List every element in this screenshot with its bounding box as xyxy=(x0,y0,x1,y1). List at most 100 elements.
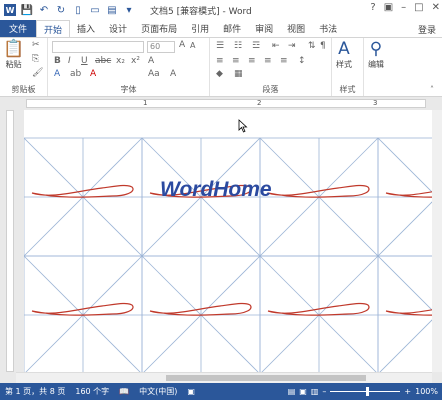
tab-design[interactable]: 设计 xyxy=(102,20,134,37)
proofing-icon[interactable]: 📖 xyxy=(119,387,129,396)
web-layout-icon[interactable]: ▥ xyxy=(311,387,319,396)
tab-mailings[interactable]: 邮件 xyxy=(216,20,248,37)
window-controls: ? ▣ – □ ✕ xyxy=(370,2,440,13)
paste-button[interactable]: 📋 粘贴 xyxy=(3,40,24,70)
decrease-indent-icon[interactable]: ⇤ xyxy=(272,41,280,51)
bullets-icon[interactable]: ☰ xyxy=(216,41,224,51)
borders-icon[interactable]: ▦ xyxy=(234,69,243,79)
tab-page-layout[interactable]: 页面布局 xyxy=(134,20,184,37)
distributed-icon[interactable]: ≡ xyxy=(280,56,288,66)
zoom-slider-knob[interactable] xyxy=(366,387,370,396)
clipboard-group: 📋 粘贴 ✂ ⎘ 🖌 剪贴板 xyxy=(0,38,48,96)
grow-font-icon[interactable]: A xyxy=(179,40,185,50)
sort-icon[interactable]: ⇅ xyxy=(308,41,316,51)
undo-icon[interactable]: ↶ xyxy=(38,4,50,16)
horizontal-scroll-thumb[interactable] xyxy=(166,375,366,381)
vertical-ruler[interactable] xyxy=(6,110,14,372)
format-painter-icon[interactable]: 🖌 xyxy=(32,68,43,78)
maximize-icon[interactable]: □ xyxy=(414,2,423,13)
print-layout-icon[interactable]: ▣ xyxy=(299,387,307,396)
cut-icon[interactable]: ✂ xyxy=(32,40,40,50)
align-right-icon[interactable]: ≡ xyxy=(248,56,256,66)
macro-record-icon[interactable]: ▣ xyxy=(187,387,195,396)
align-left-icon[interactable]: ≡ xyxy=(216,56,224,66)
tab-insert[interactable]: 插入 xyxy=(70,20,102,37)
document-area[interactable]: WordHome xyxy=(16,110,432,372)
minimize-icon[interactable]: – xyxy=(401,2,406,13)
zoom-out-icon[interactable]: – xyxy=(322,387,326,396)
superscript-icon[interactable]: x² xyxy=(131,56,140,66)
save-icon[interactable]: 💾 xyxy=(21,4,33,16)
paragraph-label: 段落 xyxy=(262,85,279,94)
calligraphy-grid: WordHome xyxy=(24,137,432,372)
zoom-in-icon[interactable]: + xyxy=(404,387,411,396)
title-bar: W 💾 ↶ ↻ ▯ ▭ ▤ ▾ 文档5 [兼容模式] - Word ? ▣ – … xyxy=(0,0,442,20)
quick-access-toolbar: W 💾 ↶ ↻ ▯ ▭ ▤ ▾ xyxy=(0,4,135,16)
shrink-font-icon[interactable]: A xyxy=(190,41,195,50)
underline-icon[interactable]: U xyxy=(81,56,88,66)
binoculars-icon: ⚲ xyxy=(369,39,383,59)
bold-icon[interactable]: B xyxy=(54,56,61,66)
tab-file[interactable]: 文件 xyxy=(0,20,37,37)
increase-indent-icon[interactable]: ⇥ xyxy=(288,41,296,51)
language[interactable]: 中文(中国) xyxy=(139,386,177,397)
tab-home[interactable]: 开始 xyxy=(36,20,71,37)
redo-icon[interactable]: ↻ xyxy=(55,4,67,16)
brush-stroke xyxy=(385,309,432,316)
tab-review[interactable]: 审阅 xyxy=(248,20,280,37)
window-title: 文档5 [兼容模式] - Word xyxy=(150,7,252,17)
paste-icon: 📋 xyxy=(3,39,25,59)
shading-icon[interactable]: ◆ xyxy=(216,69,223,79)
char-shading-icon[interactable]: A xyxy=(170,69,176,79)
word-logo-icon: W xyxy=(4,4,16,16)
document-page[interactable]: WordHome xyxy=(24,110,432,372)
text-effects-icon[interactable]: A xyxy=(54,69,60,79)
read-mode-icon[interactable]: ▤ xyxy=(288,387,296,396)
close-icon[interactable]: ✕ xyxy=(432,2,440,13)
tab-references[interactable]: 引用 xyxy=(184,20,216,37)
edit-button[interactable]: ⚲ 编辑 xyxy=(368,40,384,70)
clear-format-icon[interactable]: A xyxy=(148,56,154,66)
strikethrough-icon[interactable]: abc xyxy=(95,56,111,66)
italic-icon[interactable]: I xyxy=(68,56,71,66)
styles-label: 样式 xyxy=(339,85,356,94)
qat-more-icon[interactable]: ▾ xyxy=(123,4,135,16)
zoom-controls: ▤ ▣ ▥ – + 100% xyxy=(288,383,438,400)
font-name-combo[interactable] xyxy=(52,41,144,53)
paragraph-group: ☰ ☷ ☲ ⇤ ⇥ ≡ ≡ ≡ ≡ ≡ ↕ ◆ ▦ ⇅ ¶ 段落 xyxy=(210,38,332,96)
zoom-slider[interactable] xyxy=(330,387,401,396)
tab-calligraphy[interactable]: 书法 xyxy=(312,20,344,37)
print-preview-icon[interactable]: ▤ xyxy=(106,4,118,16)
zoom-level[interactable]: 100% xyxy=(415,387,438,396)
change-case-icon[interactable]: Aa xyxy=(148,69,160,79)
highlight-icon[interactable]: ab xyxy=(70,69,81,79)
vertical-scrollbar[interactable] xyxy=(432,110,442,372)
font-size-combo[interactable]: 60 xyxy=(147,41,175,53)
ribbon-display-icon[interactable]: ▣ xyxy=(384,2,393,13)
login-link[interactable]: 登录 xyxy=(418,23,436,36)
open-folder-icon[interactable]: ▭ xyxy=(89,4,101,16)
brush-stroke xyxy=(267,302,370,316)
subscript-icon[interactable]: x₂ xyxy=(116,56,125,66)
wordhome-watermark: WordHome xyxy=(160,178,272,201)
styles-button[interactable]: A 样式 xyxy=(336,40,352,70)
line-spacing-icon[interactable]: ↕ xyxy=(298,56,306,66)
horizontal-scrollbar[interactable] xyxy=(16,372,432,383)
justify-icon[interactable]: ≡ xyxy=(264,56,272,66)
font-color-icon[interactable]: A xyxy=(90,69,96,79)
numbering-icon[interactable]: ☷ xyxy=(234,41,242,51)
paste-label: 粘贴 xyxy=(5,60,22,69)
copy-icon[interactable]: ⎘ xyxy=(32,54,39,64)
help-icon[interactable]: ? xyxy=(370,2,375,13)
page-count[interactable]: 第 1 页，共 8 页 xyxy=(5,386,65,397)
new-document-icon[interactable]: ▯ xyxy=(72,4,84,16)
collapse-ribbon-icon[interactable]: ˄ xyxy=(430,85,434,94)
multilevel-list-icon[interactable]: ☲ xyxy=(252,41,260,51)
ribbon: 📋 粘贴 ✂ ⎘ 🖌 剪贴板 60 A A B I U abc x₂ x² A … xyxy=(0,37,442,97)
tab-view[interactable]: 视图 xyxy=(280,20,312,37)
word-count[interactable]: 160 个字 xyxy=(75,386,109,397)
styles-button-label: 样式 xyxy=(336,60,352,69)
align-center-icon[interactable]: ≡ xyxy=(232,56,240,66)
horizontal-ruler[interactable]: 1 2 3 xyxy=(26,99,426,108)
show-marks-icon[interactable]: ¶ xyxy=(320,41,326,51)
